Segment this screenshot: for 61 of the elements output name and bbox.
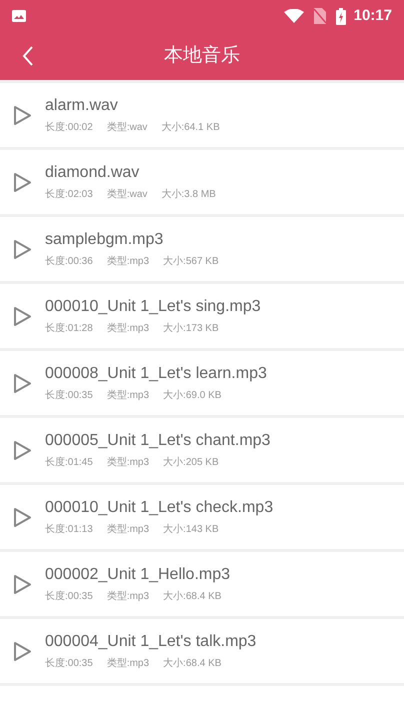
track-type: 类型:mp3 bbox=[106, 524, 150, 536]
track-name: 000010_Unit 1_Let's check.mp3 bbox=[45, 498, 274, 518]
play-icon bbox=[13, 306, 32, 326]
track-duration: 长度:00:35 bbox=[45, 658, 93, 670]
battery-icon bbox=[336, 8, 346, 24]
play-icon bbox=[13, 172, 32, 192]
track-type: 类型:mp3 bbox=[106, 390, 150, 402]
track-size: 大小:567 KB bbox=[163, 256, 219, 268]
track-name: alarm.wav bbox=[45, 96, 119, 116]
track-duration: 长度:00:35 bbox=[45, 591, 93, 603]
track-size: 大小:143 KB bbox=[163, 524, 219, 536]
track-row[interactable]: 000005_Unit 1_Let's chant.mp3 长度:01:45 类型:mp3 大小:205 KB bbox=[0, 418, 404, 482]
track-duration: 长度:00:35 bbox=[45, 390, 93, 402]
page-title: 本地音乐 bbox=[164, 44, 240, 68]
play-icon bbox=[13, 574, 32, 594]
track-row[interactable]: alarm.wav 长度:00:02 类型:wav 大小:64.1 KB bbox=[0, 83, 404, 147]
play-icon bbox=[13, 104, 32, 126]
no-sim-icon bbox=[314, 8, 326, 24]
track-duration: 长度:00:36 bbox=[45, 256, 93, 268]
track-name: samplebgm.mp3 bbox=[45, 230, 164, 250]
play-icon bbox=[13, 506, 32, 528]
track-name: 000004_Unit 1_Let's talk.mp3 bbox=[45, 632, 256, 652]
track-row[interactable]: 000002_Unit 1_Hello.mp3 长度:00:35 类型:mp3 大小:68.4 KB bbox=[0, 552, 404, 616]
track-size: 大小:68.4 KB bbox=[163, 591, 222, 603]
play-icon bbox=[13, 238, 32, 260]
track-type: 类型:mp3 bbox=[106, 323, 150, 335]
track-type: 类型:mp3 bbox=[106, 457, 150, 469]
track-row[interactable]: 000004_Unit 1_Let's talk.mp3 长度:00:35 类型:mp3 大小:68.4 KB bbox=[0, 619, 404, 683]
track-duration: 长度:00:02 bbox=[45, 122, 93, 134]
track-name: 000008_Unit 1_Let's learn.mp3 bbox=[45, 364, 267, 384]
status-time: 10:17 bbox=[354, 6, 392, 26]
track-duration: 长度:02:03 bbox=[45, 189, 93, 201]
track-row[interactable]: 000010_Unit 1_Let's check.mp3 长度:01:13 类型:mp3 大小:143 KB bbox=[0, 485, 404, 549]
track-row[interactable]: samplebgm.mp3 长度:00:36 类型:mp3 大小:567 KB bbox=[0, 217, 404, 281]
track-row[interactable]: 000010_Unit 1_Let's sing.mp3 长度:01:28 类型:mp3 大小:173 KB bbox=[0, 284, 404, 348]
track-row[interactable]: diamond.wav 长度:02:03 类型:wav 大小:3.8 MB bbox=[0, 150, 404, 214]
track-name: 000002_Unit 1_Hello.mp3 bbox=[45, 565, 230, 585]
track-duration: 长度:01:13 bbox=[45, 524, 93, 536]
track-size: 大小:69.0 KB bbox=[163, 390, 222, 402]
play-icon bbox=[13, 640, 32, 662]
track-duration: 长度:01:45 bbox=[45, 457, 93, 469]
track-size: 大小:68.4 KB bbox=[163, 658, 222, 670]
track-name: 000010_Unit 1_Let's sing.mp3 bbox=[45, 297, 261, 317]
track-type: 类型:wav bbox=[106, 122, 148, 134]
play-icon bbox=[13, 440, 32, 460]
back-icon bbox=[21, 45, 35, 67]
track-name: 000005_Unit 1_Let's chant.mp3 bbox=[45, 431, 270, 451]
track-type: 类型:mp3 bbox=[106, 658, 150, 670]
track-type: 类型:mp3 bbox=[106, 256, 150, 268]
play-icon bbox=[13, 372, 32, 394]
track-type: 类型:wav bbox=[106, 189, 148, 201]
track-name: diamond.wav bbox=[45, 163, 140, 183]
track-row[interactable]: 000008_Unit 1_Let's learn.mp3 长度:00:35 类型:mp3 大小:69.0 KB bbox=[0, 351, 404, 415]
track-size: 大小:173 KB bbox=[163, 323, 219, 335]
track-duration: 长度:01:28 bbox=[45, 323, 93, 335]
wifi-icon bbox=[284, 9, 304, 23]
image-icon bbox=[12, 10, 26, 22]
track-size: 大小:205 KB bbox=[163, 457, 219, 469]
track-size: 大小:3.8 MB bbox=[161, 189, 216, 201]
track-type: 类型:mp3 bbox=[106, 591, 150, 603]
track-size: 大小:64.1 KB bbox=[161, 122, 220, 134]
